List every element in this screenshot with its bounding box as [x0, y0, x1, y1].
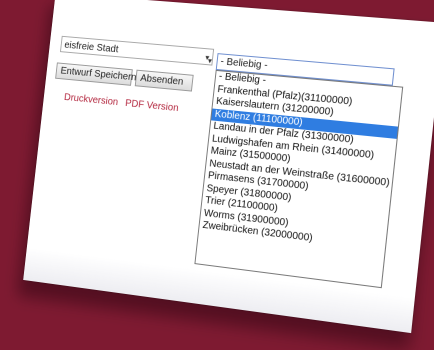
submit-button[interactable]: Absenden [134, 69, 194, 92]
pdf-version-link[interactable]: PDF Version [125, 98, 179, 114]
district-select[interactable]: eisfreie Stadt ▾ [59, 35, 215, 66]
city-dropdown-list[interactable]: - Beliebig - Frankenthal (Pfalz)(3110000… [194, 69, 404, 289]
screenshot-card: eisfreie Stadt ▾ Entwurf Speichern Absen… [23, 0, 434, 334]
print-version-link[interactable]: Druckversion [63, 92, 118, 108]
city-select-value: - Beliebig - [219, 56, 269, 72]
district-select-value: eisfreie Stadt [63, 39, 119, 56]
save-draft-button[interactable]: Entwurf Speichern [55, 62, 137, 86]
